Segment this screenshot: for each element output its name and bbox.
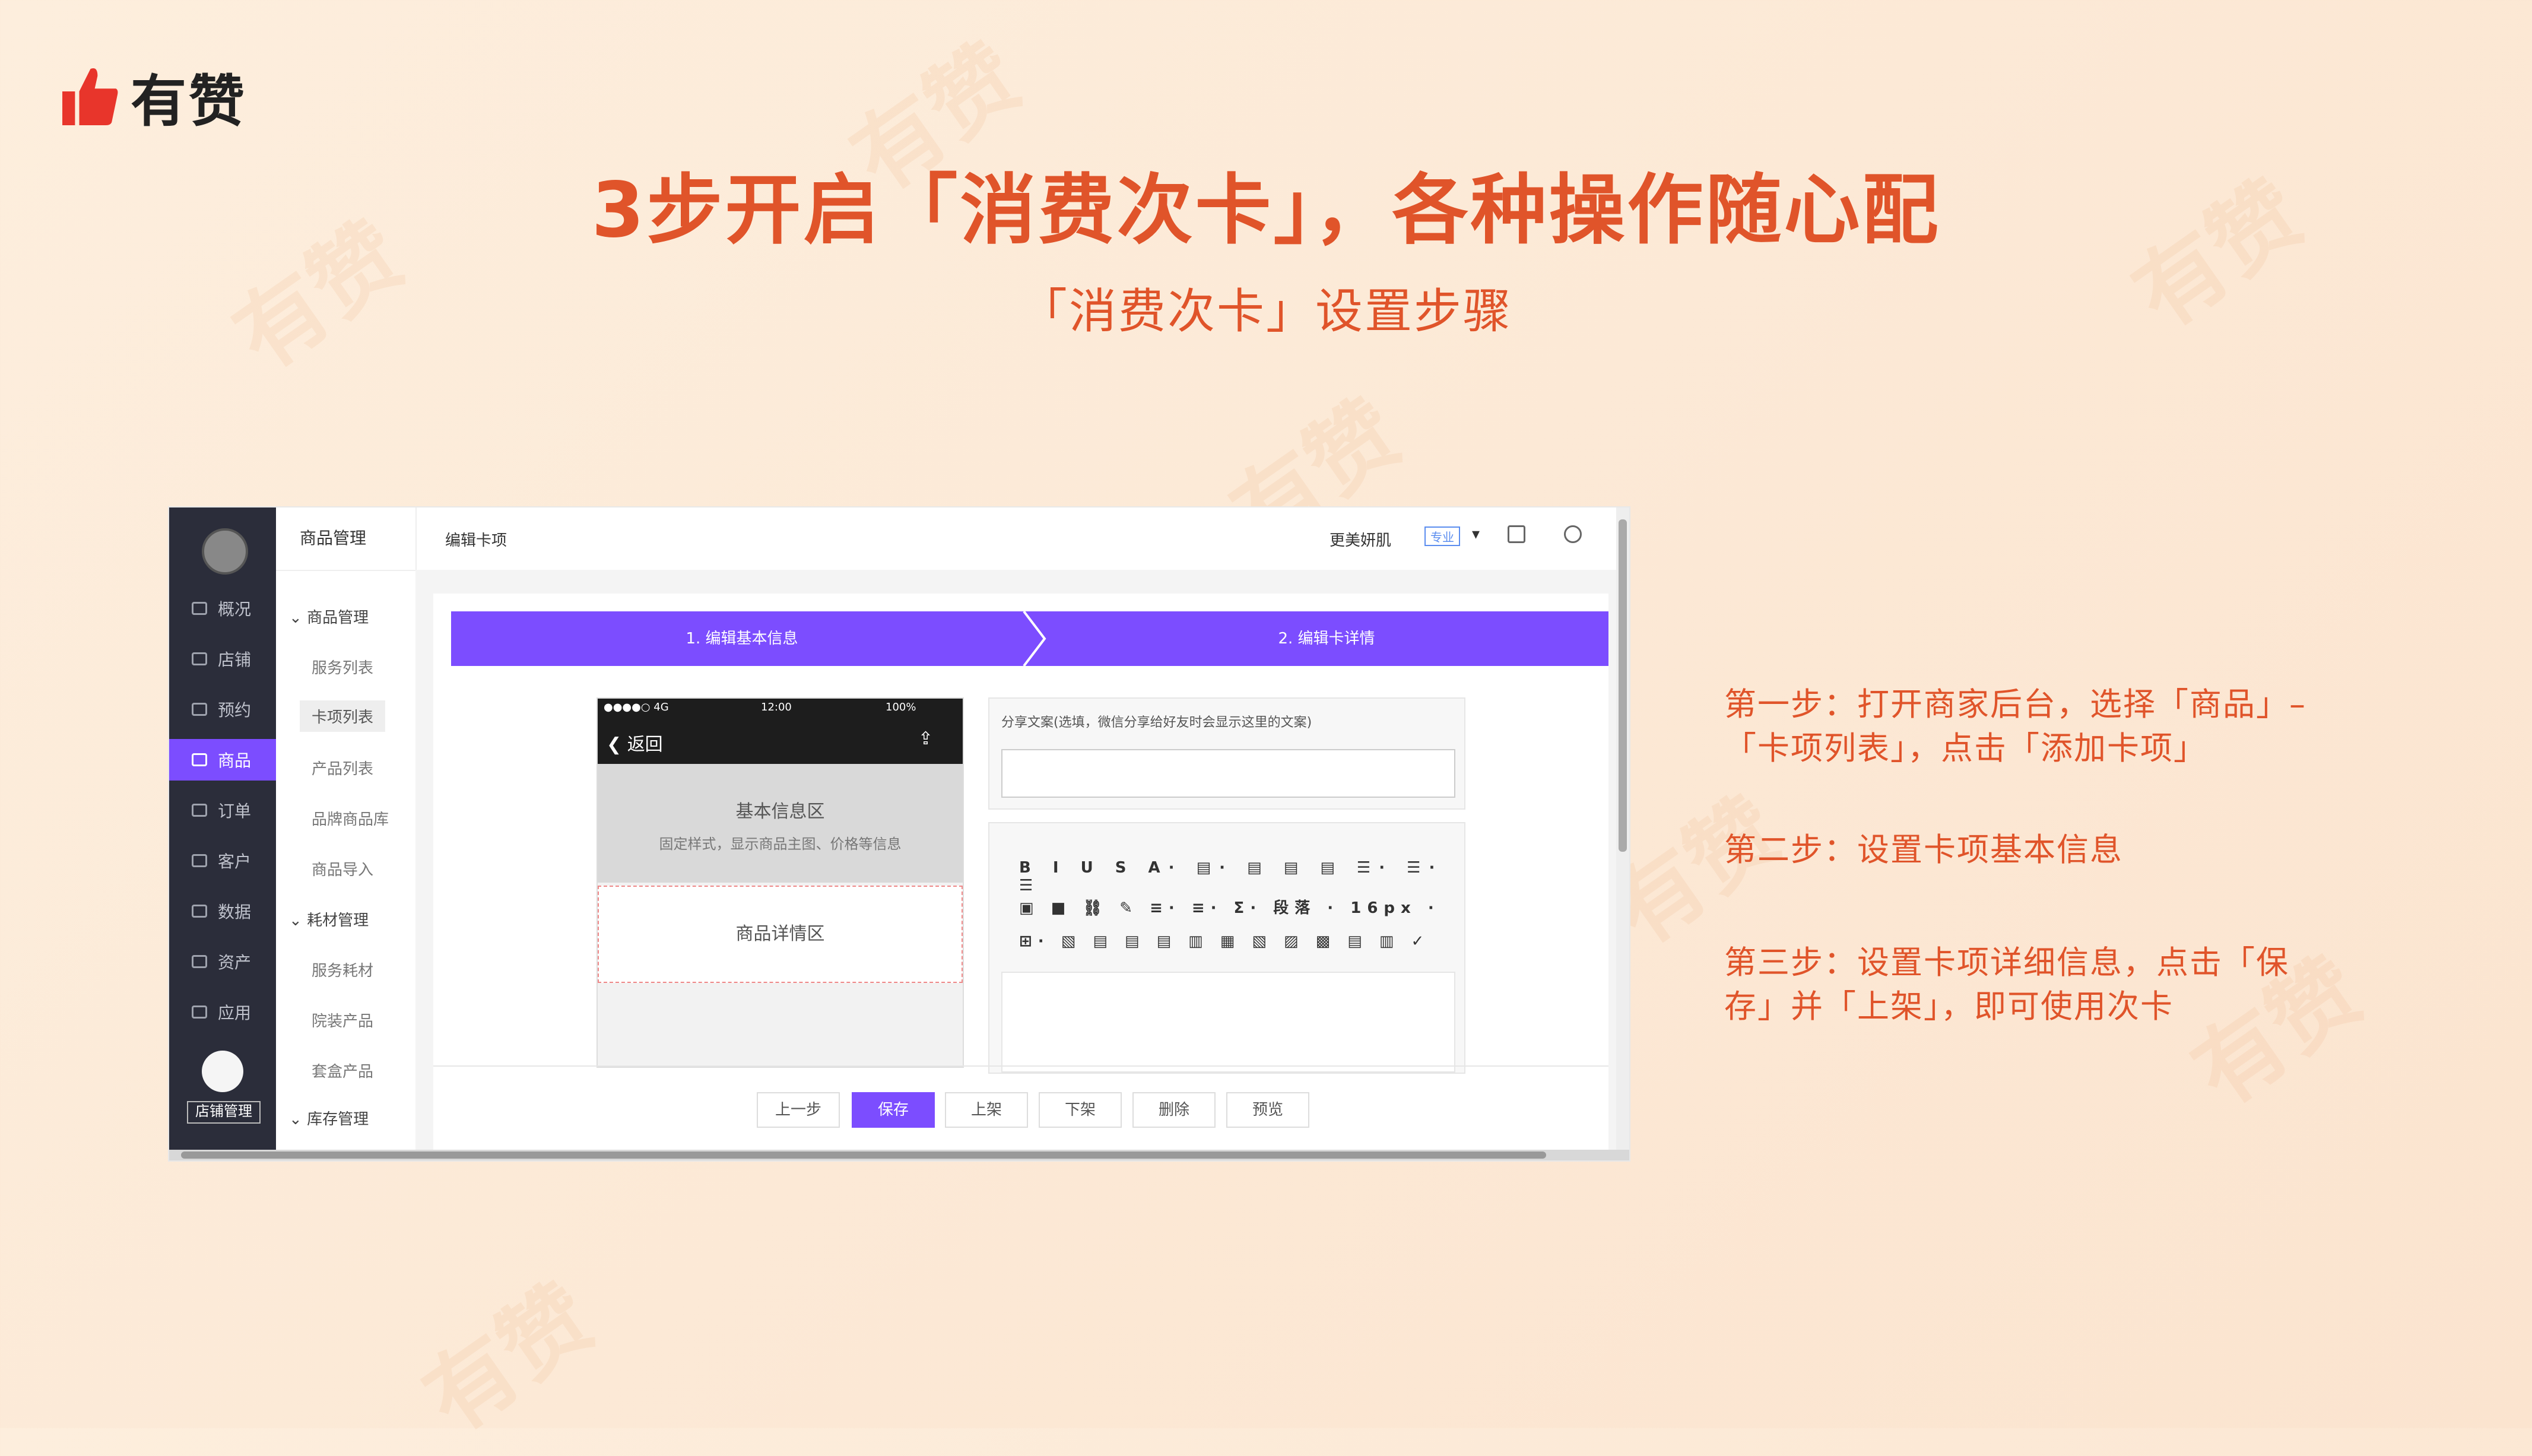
apps-icon — [192, 1005, 207, 1019]
vertical-scrollbar[interactable] — [1616, 507, 1629, 1150]
calendar-icon — [192, 703, 207, 716]
phone-nav-bar: ❮ 返回 ⇪ — [598, 716, 963, 764]
chart-icon — [192, 905, 207, 918]
brand-name: 有赞 — [131, 69, 248, 134]
store-icon — [192, 652, 207, 665]
sub-item-salon-products[interactable]: 院装产品 — [312, 1009, 373, 1031]
step-2[interactable]: 2. 编辑卡详情 — [1045, 611, 1608, 666]
user-icon — [192, 854, 207, 867]
overview-icon — [192, 602, 207, 615]
step-progress: 1. 编辑基本信息 2. 编辑卡详情 — [451, 611, 1608, 666]
divider — [433, 1065, 1608, 1067]
editor-toolbar-row[interactable]: B I U S A· ▤· ▤ ▤ ▤ ☰· ☰· ☰ — [1019, 859, 1464, 894]
group-inventory[interactable]: ⌄ 库存管理 — [289, 1107, 369, 1129]
sidebar-item-assets[interactable]: 资产 — [169, 941, 276, 982]
phone-status-bar: ●●●●○ 4G 12:00 100% — [598, 699, 963, 716]
sub-sidebar: 商品管理 ⌄ 商品管理 服务列表 卡项列表 产品列表 品牌商品库 商品导入 ⌄ … — [276, 507, 417, 1160]
page-subtitle: 「消费次卡」设置步骤 — [1020, 284, 1512, 339]
save-button[interactable]: 保存 — [852, 1092, 935, 1128]
publish-button[interactable]: 上架 — [945, 1092, 1028, 1128]
instruction-step-1: 第一步：打开商家后台，选择「商品」– 「卡项列表」，点击「添加卡项」 — [1724, 686, 2306, 767]
share-text-label: 分享文案(选填，微信分享给好友时会显示这里的文案) — [1001, 715, 1312, 730]
shop-name[interactable]: 更美妍肌 — [1330, 528, 1391, 550]
plan-badge: 专业 — [1424, 526, 1460, 546]
sidebar-item-store[interactable]: 店铺 — [169, 638, 276, 680]
sidebar-item-apps[interactable]: 应用 — [169, 991, 276, 1033]
edit-card-panel: 1. 编辑基本信息 2. 编辑卡详情 ●●●●○ 4G 12:00 100% ❮… — [433, 594, 1608, 1152]
bag-icon — [192, 753, 207, 766]
instruction-step-3: 第三步：设置卡项详细信息，点击「保 存」并「上架」，即可使用次卡 — [1724, 944, 2289, 1025]
sub-sidebar-title: 商品管理 — [300, 528, 367, 548]
coin-icon — [192, 955, 207, 968]
shop-manage-button[interactable]: 店铺管理 — [187, 1101, 261, 1124]
rich-text-editor[interactable] — [1001, 972, 1455, 1073]
user-avatar[interactable] — [202, 1051, 243, 1092]
sidebar-item-overview[interactable]: 概况 — [169, 588, 276, 629]
sub-item-box-products[interactable]: 套盒产品 — [312, 1060, 373, 1081]
order-icon — [192, 804, 207, 817]
sub-item-brand-library[interactable]: 品牌商品库 — [312, 807, 389, 829]
sidebar-item-customers[interactable]: 客户 — [169, 840, 276, 881]
editor-toolbar-row[interactable]: ▣ ■ ⛓ ✎ ≡· ≡· Σ· 段落 · 16px · — [1019, 896, 1440, 918]
main-sidebar: 概况 店铺 预约 商品 订单 客户 数据 资产 应用 店铺管理 — [169, 507, 276, 1160]
share-icon[interactable]: ⇪ — [918, 728, 933, 749]
brand-logo: 有赞 — [62, 56, 247, 137]
basic-info-area: 基本信息区 固定样式，显示商品主图、价格等信息 — [598, 764, 963, 883]
sidebar-item-goods[interactable]: 商品 — [169, 739, 276, 781]
detail-area[interactable]: 商品详情区 — [598, 886, 963, 983]
watermark: 有赞 — [406, 1265, 612, 1452]
top-bar: 编辑卡项 更美妍肌 专业 ▾ — [415, 507, 1629, 571]
chevron-down-icon[interactable]: ▾ — [1472, 525, 1480, 543]
message-icon[interactable] — [1508, 525, 1525, 543]
unpublish-button[interactable]: 下架 — [1039, 1092, 1122, 1128]
sidebar-item-orders[interactable]: 订单 — [169, 789, 276, 831]
sidebar-item-booking[interactable]: 预约 — [169, 689, 276, 730]
scroll-thumb[interactable] — [1619, 519, 1627, 852]
admin-screenshot: 概况 店铺 预约 商品 订单 客户 数据 资产 应用 店铺管理 商品管理 ⌄ 商… — [169, 507, 1629, 1160]
breadcrumb: 编辑卡项 — [445, 532, 507, 550]
scroll-thumb[interactable] — [181, 1152, 1546, 1159]
sub-item-service-list[interactable]: 服务列表 — [312, 656, 373, 678]
sidebar-item-data[interactable]: 数据 — [169, 890, 276, 932]
delete-button[interactable]: 删除 — [1132, 1092, 1216, 1128]
share-text-panel: 分享文案(选填，微信分享给好友时会显示这里的文案) — [988, 697, 1465, 810]
group-consumables[interactable]: ⌄ 耗材管理 — [289, 908, 369, 930]
horizontal-scrollbar[interactable] — [169, 1150, 1629, 1160]
search-icon[interactable] — [1564, 525, 1582, 543]
editor-toolbar-row[interactable]: ⊞· ▧ ▤ ▤ ▤ ▥ ▦ ▧ ▨ ▩ ▤ ▥ ✓ — [1019, 932, 1430, 950]
instruction-step-2: 第二步：设置卡项基本信息 — [1724, 831, 2123, 868]
rich-editor-panel: B I U S A· ▤· ▤ ▤ ▤ ☰· ☰· ☰ ▣ ■ ⛓ ✎ ≡· ≡… — [988, 822, 1465, 1074]
sub-item-product-list[interactable]: 产品列表 — [312, 757, 373, 779]
thumbs-up-icon — [62, 68, 118, 125]
back-button[interactable]: ❮ 返回 — [607, 729, 663, 756]
step-1[interactable]: 1. 编辑基本信息 — [451, 611, 1033, 666]
prev-step-button[interactable]: 上一步 — [757, 1092, 840, 1128]
page-title: 3步开启「消费次卡」，各种操作随心配 — [591, 166, 1941, 255]
sub-item-service-consumables[interactable]: 服务耗材 — [312, 959, 373, 981]
preview-button[interactable]: 预览 — [1226, 1092, 1309, 1128]
sub-item-import[interactable]: 商品导入 — [312, 858, 373, 880]
group-goods[interactable]: ⌄ 商品管理 — [289, 605, 369, 627]
shop-avatar[interactable] — [202, 528, 248, 575]
divider — [276, 570, 415, 571]
share-text-input[interactable] — [1001, 749, 1455, 798]
sub-item-card-list[interactable]: 卡项列表 — [300, 700, 386, 732]
phone-preview: ●●●●○ 4G 12:00 100% ❮ 返回 ⇪ 基本信息区 固定样式，显示… — [596, 697, 964, 1068]
